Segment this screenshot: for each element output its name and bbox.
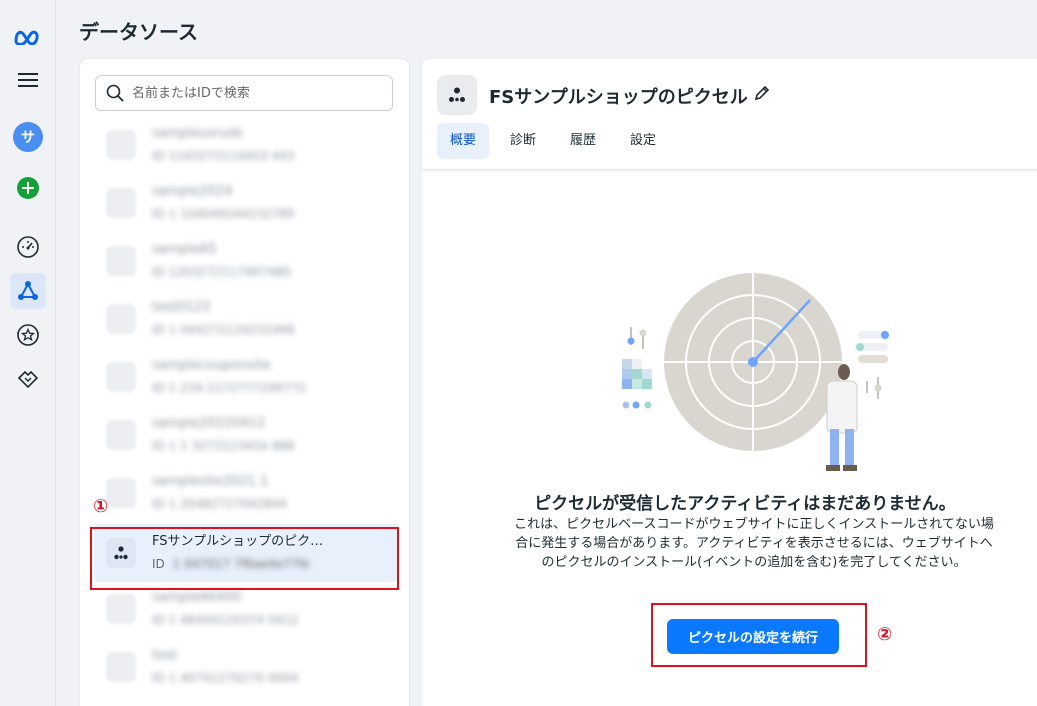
- edit-pencil-icon[interactable]: [752, 83, 772, 103]
- create-plus-icon[interactable]: [10, 170, 46, 206]
- pixel-title: FSサンプルショップのピクセル: [489, 87, 748, 108]
- annotation-highlight-1: [90, 527, 399, 590]
- empty-state-title: ピクセルが受信したアクティビティはまだありません。: [534, 494, 956, 514]
- left-nav-rail: サ: [0, 0, 56, 706]
- search-input[interactable]: [132, 85, 372, 101]
- datasource-list-item[interactable]: test ID 1 40741270270 0004: [94, 638, 398, 696]
- datasource-name: sample2024: [152, 184, 233, 199]
- annotation-marker-2: ②: [877, 624, 893, 645]
- tab-history[interactable]: 履歴: [557, 123, 609, 159]
- favorites-star-icon[interactable]: [10, 317, 46, 353]
- datasource-name: sample20220412: [152, 416, 266, 431]
- datasource-name: sampleusruds: [152, 126, 243, 141]
- pixel-icon: [106, 594, 136, 624]
- datasource-id: ID 1143272114453 443: [152, 149, 295, 163]
- pixel-icon: [106, 246, 136, 276]
- pixel-icon: [106, 652, 136, 682]
- datasource-id: ID 1 1 3272123454 888: [152, 439, 295, 453]
- pixel-icon: [437, 75, 477, 115]
- search-icon: [106, 84, 124, 102]
- meta-logo-icon[interactable]: [10, 18, 46, 54]
- annotation-highlight-2: [651, 603, 867, 667]
- dashboard-gauge-icon[interactable]: [10, 229, 46, 265]
- datasource-list-item[interactable]: samplecouponsite ID 1 234 2172777299772: [94, 348, 398, 406]
- datasource-name: test: [152, 648, 177, 663]
- tab-diagnostics[interactable]: 診断: [497, 123, 549, 159]
- pixel-icon: [106, 304, 136, 334]
- empty-state-description: これは、ピクセルベースコードがウェブサイトに正しくインストールされてない場合に発…: [514, 517, 994, 570]
- datasource-list-item[interactable]: test0123 ID 1 044272124231999: [94, 290, 398, 348]
- empty-state-radar-illustration: [622, 271, 889, 471]
- avatar-initial: サ: [13, 122, 43, 152]
- detail-header: FSサンプルショップのピクセル 概要 診断 履歴 設定: [422, 59, 1037, 170]
- pixel-icon: [106, 478, 136, 508]
- partner-handshake-icon[interactable]: [10, 361, 46, 397]
- pixel-icon: [106, 362, 136, 392]
- data-sources-icon[interactable]: [10, 273, 46, 309]
- menu-icon[interactable]: [10, 62, 46, 98]
- datasource-id: ID 1 104049244232789: [152, 207, 295, 221]
- search-box[interactable]: [95, 75, 393, 111]
- tab-settings[interactable]: 設定: [617, 123, 669, 159]
- datasource-list-item[interactable]: sample2024 ID 1 104049244232789: [94, 174, 398, 232]
- datasource-name: samplecouponsite: [152, 358, 271, 373]
- datasource-name: samplesite2021 1: [152, 474, 269, 489]
- datasource-list-item[interactable]: samplesite2021 1 ID 1 20482727042844: [94, 464, 398, 522]
- annotation-marker-1: ①: [93, 496, 109, 517]
- datasource-id: ID 1203272117907480: [152, 265, 291, 279]
- detail-tabs: 概要 診断 履歴 設定: [437, 123, 677, 159]
- datasource-id: ID 1 48494120374 0412: [152, 613, 299, 627]
- tab-overview[interactable]: 概要: [437, 123, 490, 159]
- datasource-name: test0123: [152, 300, 211, 315]
- page-title: データソース: [79, 20, 198, 44]
- datasource-id: ID 1 234 2172777299772: [152, 381, 307, 395]
- datasource-id: ID 1 044272124231999: [152, 323, 295, 337]
- datasource-name: sampleA6400: [152, 590, 242, 605]
- account-avatar[interactable]: サ: [10, 119, 46, 155]
- datasource-list-item[interactable]: sample20220412 ID 1 1 3272123454 888: [94, 406, 398, 464]
- pixel-icon: [106, 420, 136, 450]
- datasource-id: ID 1 20482727042844: [152, 497, 287, 511]
- datasource-list-item[interactable]: sampleA5 ID 1203272117907480: [94, 232, 398, 290]
- datasource-list-item[interactable]: sampleusruds ID 1143272114453 443: [94, 116, 398, 174]
- datasource-name: sampleA5: [152, 242, 217, 257]
- pixel-icon: [106, 130, 136, 160]
- pixel-icon: [106, 188, 136, 218]
- datasource-list-panel: sampleusruds ID 1143272114453 443 sample2…: [80, 59, 409, 706]
- datasource-id: ID 1 40741270270 0004: [152, 671, 299, 685]
